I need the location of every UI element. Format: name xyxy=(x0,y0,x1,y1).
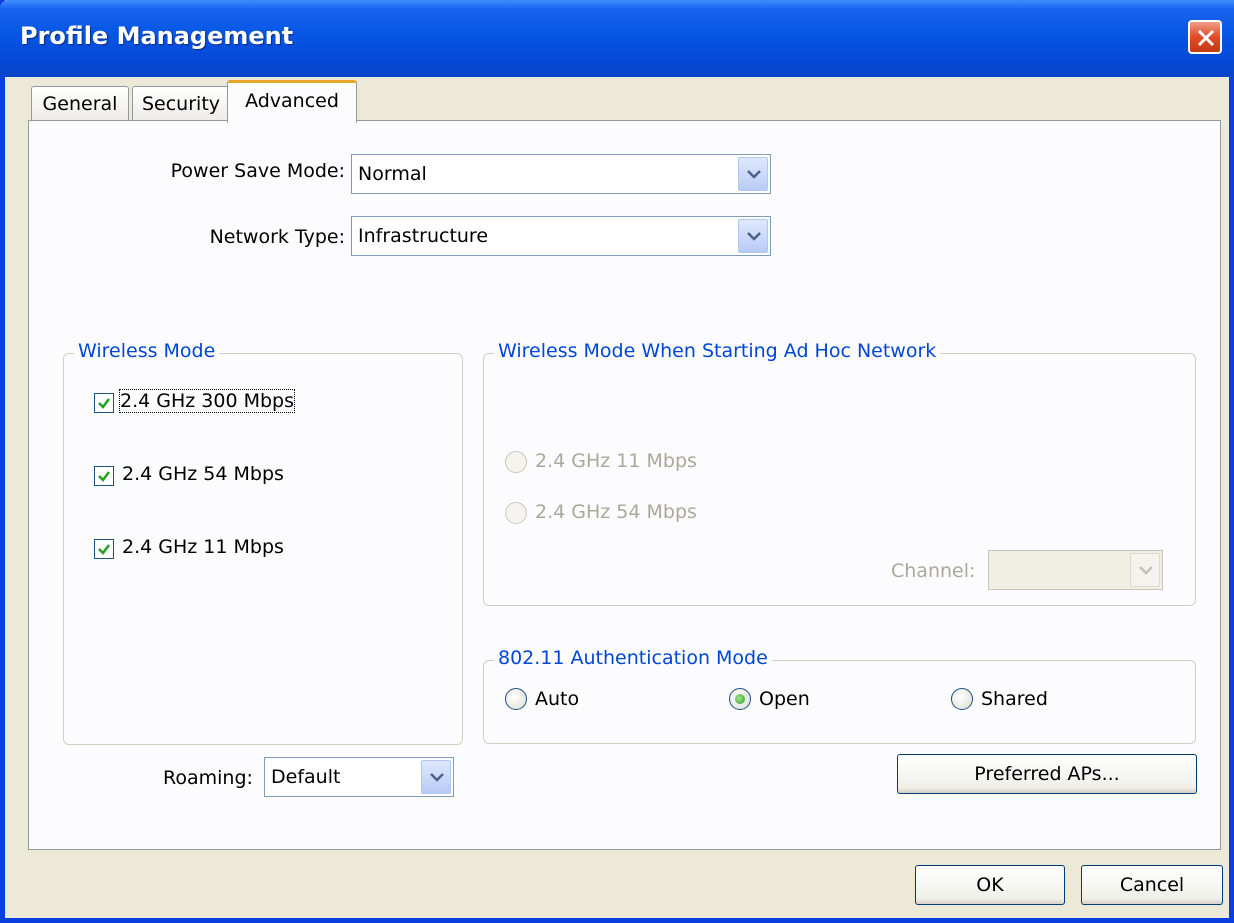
chevron-down-icon xyxy=(747,232,761,241)
adhoc-wireless-mode-legend: Wireless Mode When Starting Ad Hoc Netwo… xyxy=(494,340,941,362)
checkbox-11mbps[interactable] xyxy=(94,539,114,559)
network-type-label: Network Type: xyxy=(209,226,345,248)
network-type-dropdown-button[interactable] xyxy=(738,219,768,253)
network-type-dropdown[interactable]: Infrastructure xyxy=(351,216,771,256)
network-type-value: Infrastructure xyxy=(358,225,489,247)
radio-auth-auto-label[interactable]: Auto xyxy=(535,688,579,710)
radio-auth-open[interactable] xyxy=(729,688,751,710)
window-title: Profile Management xyxy=(20,22,294,50)
chevron-down-icon xyxy=(747,170,761,179)
power-save-mode-dropdown-button[interactable] xyxy=(738,157,768,191)
radio-auth-auto[interactable] xyxy=(505,688,527,710)
chevron-down-icon xyxy=(430,773,444,782)
preferred-aps-button[interactable]: Preferred APs... xyxy=(897,754,1197,794)
checkbox-11mbps-label[interactable]: 2.4 GHz 11 Mbps xyxy=(122,536,284,558)
tab-security[interactable]: Security xyxy=(132,86,230,122)
power-save-mode-label: Power Save Mode: xyxy=(170,160,345,182)
power-save-mode-value: Normal xyxy=(358,163,427,185)
check-icon xyxy=(98,398,110,409)
radio-adhoc-11mbps-label: 2.4 GHz 11 Mbps xyxy=(535,450,697,472)
power-save-mode-dropdown[interactable]: Normal xyxy=(351,154,771,194)
tab-general[interactable]: General xyxy=(31,86,129,122)
title-bar[interactable]: Profile Management xyxy=(0,0,1234,77)
radio-auth-open-label[interactable]: Open xyxy=(759,688,810,710)
channel-label: Channel: xyxy=(891,560,976,582)
authentication-mode-group: 802.11 Authentication Mode xyxy=(483,647,1196,744)
roaming-label: Roaming: xyxy=(163,767,253,789)
check-icon xyxy=(98,471,110,482)
authentication-mode-legend: 802.11 Authentication Mode xyxy=(494,647,772,669)
cancel-button[interactable]: Cancel xyxy=(1081,865,1223,905)
checkbox-300mbps-label[interactable]: 2.4 GHz 300 Mbps xyxy=(119,389,295,413)
radio-adhoc-11mbps[interactable] xyxy=(505,451,527,473)
close-button[interactable] xyxy=(1188,20,1222,54)
radio-adhoc-54mbps[interactable] xyxy=(505,502,527,524)
channel-dropdown-button[interactable] xyxy=(1130,553,1160,587)
profile-management-dialog: Profile Management General Security Adva… xyxy=(0,0,1234,923)
ok-button[interactable]: OK xyxy=(915,865,1065,905)
radio-auth-shared[interactable] xyxy=(951,688,973,710)
checkbox-54mbps-label[interactable]: 2.4 GHz 54 Mbps xyxy=(122,463,284,485)
checkbox-54mbps[interactable] xyxy=(94,466,114,486)
tab-advanced[interactable]: Advanced xyxy=(227,80,357,123)
channel-dropdown[interactable] xyxy=(988,550,1163,590)
checkbox-300mbps[interactable] xyxy=(94,393,114,413)
close-icon xyxy=(1197,29,1215,47)
roaming-dropdown-button[interactable] xyxy=(421,760,451,794)
roaming-dropdown[interactable]: Default xyxy=(264,757,454,797)
chevron-down-icon xyxy=(1139,566,1153,575)
check-icon xyxy=(98,544,110,555)
wireless-mode-legend: Wireless Mode xyxy=(74,340,220,362)
radio-adhoc-54mbps-label: 2.4 GHz 54 Mbps xyxy=(535,501,697,523)
roaming-value: Default xyxy=(271,766,341,788)
radio-auth-shared-label[interactable]: Shared xyxy=(981,688,1048,710)
